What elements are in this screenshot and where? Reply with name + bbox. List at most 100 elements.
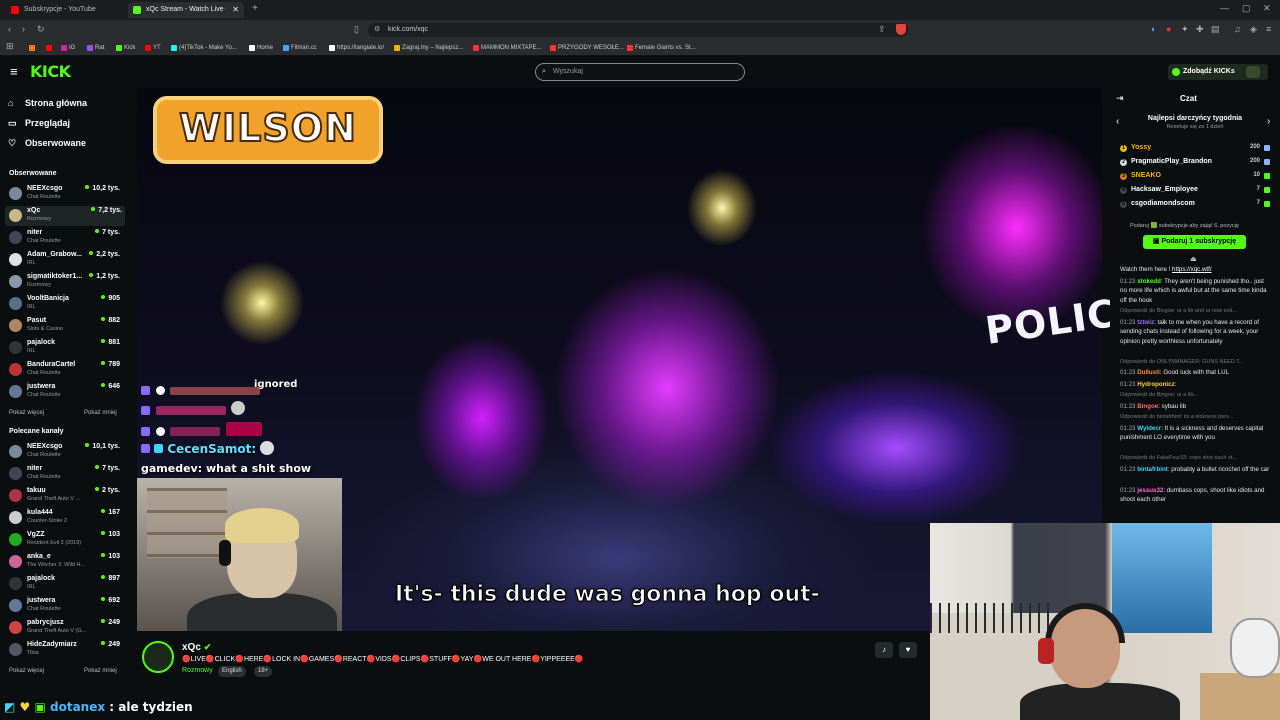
minimize-icon[interactable]: — [1220,3,1229,13]
sidebar-channel[interactable]: niter Chat Roulette 7 tys. [9,464,123,484]
bookmark-item[interactable]: IG [60,42,75,54]
show-less-link[interactable]: Pokaż mniej [84,668,117,674]
prev-arrow-icon[interactable]: ‹ [1116,116,1119,127]
gifter-row[interactable]: 1 Yossy 200 [1120,144,1270,156]
sidebar-channel[interactable]: Pasut Slots & Casino 882 [9,316,123,336]
bookmark-item[interactable]: Female Giants vs. St... [626,42,696,54]
bookmark-item[interactable]: Rat [86,42,104,54]
message-user[interactable]: Wyldecr [1137,425,1161,432]
sidebar-channel[interactable]: kula444 Counter-Strike 2 167 [9,508,123,528]
show-more-link[interactable]: Pokaż więcej [9,410,44,416]
sidebar-channel[interactable]: VooltBanicja IRL 905 [9,294,123,314]
message-user[interactable]: Dullusti [1137,369,1160,376]
sidebar-channel[interactable]: justwera Chat Roulette 692 [9,596,123,616]
gifter-row[interactable]: 4 Hacksaw_Employee 7 [1120,186,1270,198]
menu-icon[interactable]: ≡ [1266,24,1271,34]
new-tab-icon[interactable]: + [252,3,258,14]
url-field[interactable]: ⚙ kick.com/xqc [368,23,908,37]
sidebar-channel[interactable]: pajalock IRL 881 [9,338,123,358]
gifter-row[interactable]: 5 csgodiamondscom 7 [1120,200,1270,212]
bookmark-item[interactable]: (4)TikTok - Make Yo... [170,42,237,54]
viewer-count: 2 tys. [95,487,120,494]
bookmark-item[interactable]: Home [248,42,273,54]
bookmark-folder[interactable] [28,42,37,54]
bookmark-item[interactable]: Zagraj.my – Najlepsz... [393,42,463,54]
sidebar-channel[interactable]: takuu Grand Theft Auto V ... 2 tys. [9,486,123,506]
sidebar-channel[interactable]: HideZadymiarz Tibia 249 [9,640,123,660]
sidebar-channel[interactable]: BanduraCartel Chat Roulette 789 [9,360,123,380]
sidebar-channel[interactable]: pajalock IRL 897 [9,574,123,594]
tab-youtube[interactable]: Subskrypcje - YouTube [6,2,124,18]
collapse-chat-icon[interactable]: ⇥ [1116,93,1124,104]
bookmark-icon[interactable]: ▯ [354,24,359,35]
bookmark-item[interactable]: MAMMON MIXTAPE... [472,42,542,54]
apps-icon[interactable]: ⊞ [6,41,14,52]
tag-language[interactable]: English [218,666,246,677]
mask-decoration [1230,618,1280,678]
sidebar-channel[interactable]: Adam_Grabow... IRL 2,2 tys. [9,250,123,270]
search-input[interactable]: ⌕ Wyszukaj [535,63,745,81]
site-info-icon[interactable]: ⚙ [374,23,380,37]
puzzle-icon[interactable]: ✚ [1196,24,1204,35]
close-tab-icon[interactable]: ✕ [232,2,239,18]
kick-logo[interactable]: KICK [30,62,71,81]
brave-shield-icon[interactable] [896,24,906,35]
sidebar-channel[interactable]: niter Chat Roulette 7 tys. [9,228,123,248]
message-link[interactable]: https://xqc.wtf/ [1172,266,1212,273]
back-icon[interactable]: ‹ [8,24,11,34]
channel-name[interactable]: xQc ✔ [182,642,211,653]
tag-age[interactable]: 18+ [254,666,273,677]
next-arrow-icon[interactable]: › [1267,116,1270,127]
show-more-link[interactable]: Pokaż więcej [9,668,44,674]
message-user[interactable]: jessus32 [1137,487,1163,494]
sidebar-channel[interactable]: VgZZ Resident Evil 2 (2019) 103 [9,530,123,550]
maximize-icon[interactable]: ▢ [1242,3,1251,14]
extension-icon[interactable]: ✦ [1181,24,1189,35]
sidebar-channel[interactable]: pabrycjusz Grand Theft Auto V (G... 249 [9,618,123,638]
message-text: : probably a bullet ricochet off the car [1167,465,1270,473]
chat-reply-context: Odpowiedź do bintafrbint: its a sickness… [1120,413,1272,423]
close-window-icon[interactable]: ✕ [1263,3,1271,14]
bookmark-item[interactable]: PRZYGODY WESOŁE... [549,42,624,54]
user-avatar[interactable] [1246,66,1260,78]
bookmark-item[interactable]: https://tangiale.io/ [328,42,384,54]
record-icon[interactable]: ● [1166,24,1171,34]
nav-home[interactable]: ⌂ Strona główna [8,98,87,108]
tab-kick[interactable]: xQc Stream - Watch Live on Kick ✕ [128,2,244,18]
stream-category[interactable]: Rozmowy [182,667,213,674]
nav-browse[interactable]: ▭ Przeglądaj [8,118,70,128]
youtube-favicon-icon [11,6,19,14]
nav-following[interactable]: ♡ Obserwowane [8,138,86,148]
show-less-link[interactable]: Pokaż mniej [84,410,117,416]
bookmark-item[interactable]: Filman.cc [282,42,317,54]
wallet-icon[interactable]: ◈ [1250,24,1257,35]
sidebar-channel[interactable]: justwera Chat Roulette 646 [9,382,123,402]
bookmark-item[interactable] [45,42,54,54]
message-user[interactable]: tztwiz [1137,319,1154,326]
message-user[interactable]: bintafrbint [1137,466,1168,473]
gift-subscription-button[interactable]: ▣ Podaruj 1 subskrypcję [1143,235,1246,249]
notification-bell-icon[interactable]: ♪ [875,642,893,658]
sidebar-toggle-icon[interactable]: ▤ [1211,24,1220,35]
sidebar-channel[interactable]: anka_e The Witcher 3: Wild H... 103 [9,552,123,572]
bookmark-item[interactable]: YT [144,42,161,54]
channel-avatar[interactable] [142,641,174,673]
channel-category: Chat Roulette [27,370,61,376]
sidebar-channel[interactable]: sigmatiktoker1... Rozmowy 1,2 tys. [9,272,123,292]
sidebar-channel[interactable]: xQc Rozmowy 7,2 tys. [5,206,125,226]
extension-icon[interactable]: ◖ [1150,24,1155,34]
message-user[interactable]: Bingoe [1137,403,1158,410]
gifter-row[interactable]: 3 SNEAKO 10 [1120,172,1270,184]
follow-heart-icon[interactable]: ♥ [899,642,917,658]
bookmark-item[interactable]: Kick [115,42,135,54]
message-user[interactable]: Hydroponicz [1137,381,1174,388]
sidebar-channel[interactable]: NEEXcsgo Chat Roulette 10,2 tys. [9,184,123,204]
sidebar-channel[interactable]: NEEXcsgo Chat Roulette 10,1 tys. [9,442,123,462]
music-icon[interactable]: ♫ [1234,24,1241,34]
hamburger-menu-icon[interactable]: ≡ [10,64,18,79]
message-user[interactable]: stokedd [1137,278,1161,285]
forward-icon[interactable]: › [22,24,25,34]
gifter-row[interactable]: 2 PragmaticPlay_Brandon 200 [1120,158,1270,170]
share-icon[interactable]: ⇪ [878,24,886,35]
reload-icon[interactable]: ↻ [37,24,45,35]
